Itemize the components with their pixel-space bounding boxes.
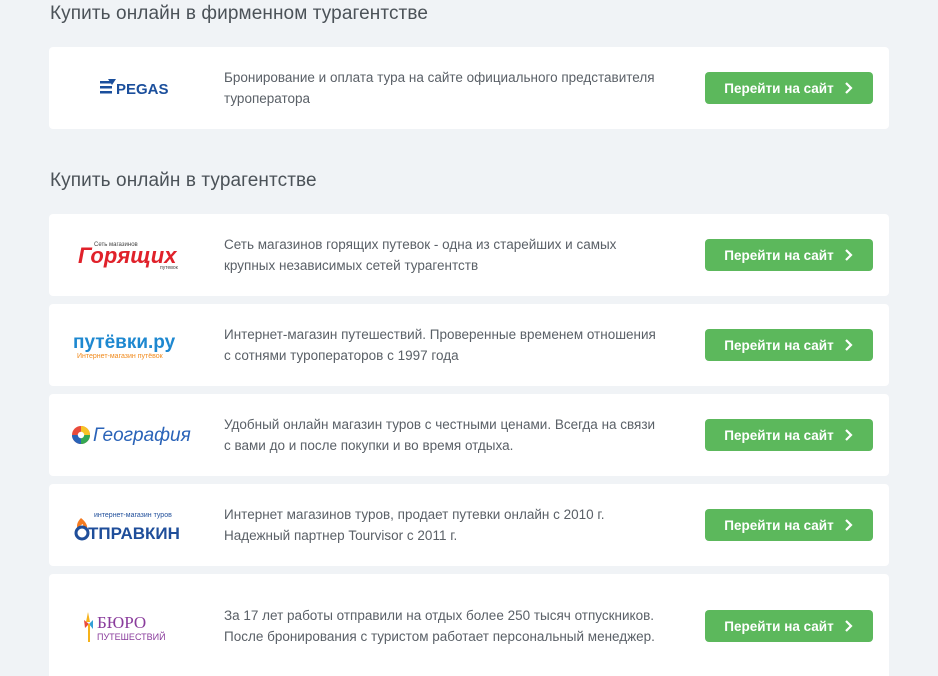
agency-card-otpravkin: интернет-магазин туров ТПРАВКИН Интернет… bbox=[49, 484, 889, 566]
chevron-right-icon bbox=[844, 249, 853, 261]
agency-card-putevki: путёвки.ру Интернет-магазин путёвок Инте… bbox=[49, 304, 889, 386]
svg-text:PEGAS: PEGAS bbox=[116, 81, 169, 98]
go-to-site-button[interactable]: Перейти на сайт bbox=[705, 239, 873, 271]
svg-text:ПУТЕШЕСТВИЙ: ПУТЕШЕСТВИЙ bbox=[97, 631, 166, 642]
svg-text:БЮРО: БЮРО bbox=[97, 613, 146, 632]
chevron-right-icon bbox=[844, 429, 853, 441]
section-title-agencies: Купить онлайн в турагентстве bbox=[50, 170, 317, 191]
agency-description: За 17 лет работы отправили на отдых боле… bbox=[224, 608, 655, 644]
geografia-logo[interactable]: География bbox=[69, 394, 199, 476]
agency-description: Интернет магазинов туров, продает путевк… bbox=[224, 507, 605, 543]
agency-description: Бронирование и оплата тура на сайте офиц… bbox=[224, 70, 655, 106]
agency-description: Интернет-магазин путешествий. Проверенны… bbox=[224, 327, 656, 363]
agency-card-goryashih: Сеть магазинов Горящих путевок Сеть мага… bbox=[49, 214, 889, 296]
button-label: Перейти на сайт bbox=[724, 517, 834, 533]
agency-card-buro: БЮРО ПУТЕШЕСТВИЙ За 17 лет работы отправ… bbox=[49, 574, 889, 676]
otpravkin-logo[interactable]: интернет-магазин туров ТПРАВКИН bbox=[69, 484, 199, 566]
pegas-logo[interactable]: PEGAS bbox=[69, 47, 199, 129]
button-label: Перейти на сайт bbox=[724, 337, 834, 353]
putevki-logo[interactable]: путёвки.ру Интернет-магазин путёвок bbox=[69, 304, 199, 386]
agency-card-pegas: PEGAS Бронирование и оплата тура на сайт… bbox=[49, 47, 889, 129]
button-label: Перейти на сайт bbox=[724, 80, 834, 96]
go-to-site-button[interactable]: Перейти на сайт bbox=[705, 72, 873, 104]
svg-text:География: География bbox=[93, 425, 191, 446]
svg-text:путёвки.ру: путёвки.ру bbox=[73, 332, 176, 353]
svg-text:путевок: путевок bbox=[160, 265, 179, 271]
chevron-right-icon bbox=[844, 339, 853, 351]
goryashih-logo[interactable]: Сеть магазинов Горящих путевок bbox=[69, 214, 199, 296]
button-label: Перейти на сайт bbox=[724, 247, 834, 263]
buro-logo[interactable]: БЮРО ПУТЕШЕСТВИЙ bbox=[69, 574, 199, 676]
chevron-right-icon bbox=[844, 620, 853, 632]
chevron-right-icon bbox=[844, 519, 853, 531]
button-label: Перейти на сайт bbox=[724, 618, 834, 634]
svg-text:интернет-магазин туров: интернет-магазин туров bbox=[94, 512, 172, 519]
section-title-brand: Купить онлайн в фирменном турагентстве bbox=[50, 3, 429, 24]
go-to-site-button[interactable]: Перейти на сайт bbox=[705, 509, 873, 541]
agency-description: Удобный онлайн магазин туров с честными … bbox=[224, 417, 656, 453]
go-to-site-button[interactable]: Перейти на сайт bbox=[705, 610, 873, 642]
go-to-site-button[interactable]: Перейти на сайт bbox=[705, 329, 873, 361]
chevron-right-icon bbox=[844, 82, 853, 94]
svg-text:ТПРАВКИН: ТПРАВКИН bbox=[88, 524, 180, 542]
svg-text:Интернет-магазин путёвок: Интернет-магазин путёвок bbox=[77, 353, 164, 360]
button-label: Перейти на сайт bbox=[724, 427, 834, 443]
agency-description: Сеть магазинов горящих путевок - одна из… bbox=[224, 237, 617, 273]
go-to-site-button[interactable]: Перейти на сайт bbox=[705, 419, 873, 451]
agency-card-geografia: География Удобный онлайн магазин туров с… bbox=[49, 394, 889, 476]
